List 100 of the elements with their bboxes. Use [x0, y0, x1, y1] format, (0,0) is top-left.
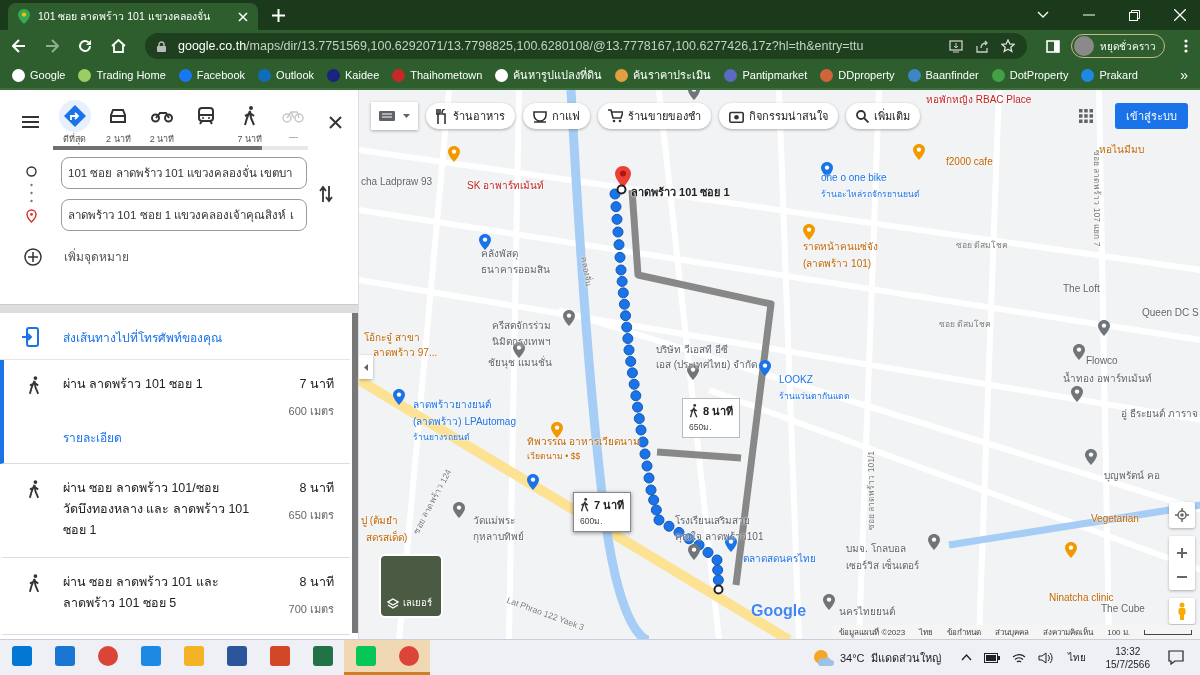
destination-field[interactable]: ลาดพร้าว 101 ซอย 1 แขวงคลองเจ้าคุณสิงห์ เ — [61, 199, 307, 231]
walking-person-icon — [28, 376, 41, 395]
map-label: LOOKZ — [779, 374, 813, 385]
category-chip[interactable]: ร้านอาหาร — [426, 103, 515, 129]
bookmark-link[interactable]: Thaihometown — [392, 68, 483, 82]
route-description: ผ่าน ซอย ลาดพร้าว 101/ซอย วัดบึงทองหลาง และ ลาดพร้าว 101 ซอย 1 — [63, 480, 251, 539]
category-chip[interactable]: กาแฟ — [523, 103, 590, 129]
turn-sign-icon — [63, 105, 86, 127]
notification-icon[interactable] — [1168, 650, 1184, 665]
category-chip[interactable]: ร้านขายของชำ — [598, 103, 711, 129]
new-tab-icon[interactable] — [272, 9, 285, 22]
forward-icon[interactable] — [45, 39, 59, 53]
map-pin-icon[interactable] — [453, 502, 465, 518]
route-description: ผ่าน ซอย ลาดพร้าว 101 และ ลาดพร้าว 101 ซอย 5 — [63, 574, 220, 612]
taskbar-app-icon[interactable] — [387, 640, 430, 675]
map-label: The Cube — [1101, 603, 1145, 614]
battery-icon[interactable] — [983, 652, 1000, 663]
bookmark-link[interactable]: Prakard — [1081, 68, 1138, 82]
map-label: (ลาดพร้าว) LPAutomag — [413, 415, 516, 429]
bookmark-link[interactable]: Outlook — [258, 68, 314, 82]
chevron-up-icon[interactable] — [960, 654, 972, 661]
footer-text[interactable]: ส่วนบุคคล — [995, 625, 1030, 639]
map-pin-icon[interactable] — [1085, 449, 1097, 465]
bookmark-link[interactable]: ค้นหารูปแปลงที่ดิน — [495, 66, 603, 84]
star-icon[interactable] — [1001, 39, 1015, 53]
map-label: ลาดพร้าว 97... — [373, 346, 438, 360]
map-pin-icon[interactable] — [823, 594, 835, 610]
route-callout[interactable]: 8 นาที 650ม. — [682, 398, 741, 438]
destination-pin-icon[interactable] — [615, 166, 631, 188]
chevron-down-icon[interactable] — [1037, 11, 1049, 19]
close-icon[interactable] — [329, 115, 342, 129]
bookmark-link[interactable]: Kaidee — [327, 68, 380, 82]
more-bookmarks-button[interactable]: » — [1180, 67, 1188, 83]
input-tools-button[interactable] — [371, 102, 418, 130]
footer-text[interactable]: ไทย — [919, 625, 934, 639]
bookmark-link[interactable]: Trading Home — [78, 68, 166, 82]
send-to-phone-link[interactable]: ส่งเส้นทางไปที่โทรศัพท์ของคุณ — [0, 327, 350, 360]
footer-text[interactable]: ข้อมูลแผนที่ ©2023 — [839, 625, 906, 639]
route-end-icon — [616, 184, 627, 195]
footer-text[interactable]: 100 ม. — [1107, 625, 1130, 639]
side-panel-icon[interactable] — [1046, 39, 1060, 53]
bookmark-link[interactable]: Google — [12, 68, 66, 82]
map-label: หอไนมีมบ — [1099, 143, 1144, 155]
collapse-panel-button[interactable] — [359, 355, 373, 379]
map-label: เซอร์วิส เซ็นเตอร์ — [846, 558, 919, 573]
reload-icon[interactable] — [78, 39, 92, 53]
travel-mode-tab[interactable]: 7 นาที — [228, 100, 272, 144]
map-pin-icon[interactable] — [1073, 344, 1085, 360]
map-pin-icon[interactable] — [393, 389, 405, 405]
speaker-icon[interactable] — [1037, 651, 1054, 664]
home-icon[interactable] — [111, 39, 126, 53]
input-language[interactable]: ไทย — [1067, 650, 1086, 665]
clock[interactable]: 13:32 15/7/2566 — [1105, 644, 1150, 671]
scrollbar[interactable] — [352, 313, 358, 633]
browser-tab[interactable]: 101 ซอย ลาดพร้าว 101 แขวงคลองจั่น — [8, 3, 258, 30]
destination-label: ลาดพร้าว 101 ซอย 1 — [631, 185, 730, 200]
route-duration: 7 นาที — [299, 376, 334, 393]
map-pin-icon[interactable] — [688, 544, 700, 560]
sign-in-button[interactable]: เข้าสู่ระบบ — [1115, 103, 1188, 129]
map-pin-icon[interactable] — [479, 234, 491, 250]
address-bar[interactable]: google.co.th/maps/dir/13.7751569,100.6292071/13.7798825,100.6280108/@13.7778167,100.6277426,17z?hl=th&entry=ttu — [145, 33, 1027, 59]
bookmark-link[interactable]: ค้นราคาประเมิน — [615, 66, 712, 84]
bookmark-link[interactable]: DotProperty — [991, 68, 1069, 82]
layers-button[interactable]: เลเยอร์ — [379, 554, 443, 618]
swap-icon[interactable] — [319, 185, 333, 203]
map-pin-icon[interactable] — [563, 310, 575, 326]
zoom-in-icon[interactable] — [1177, 548, 1187, 558]
share-icon[interactable] — [975, 39, 989, 53]
motorbike-icon — [151, 109, 174, 123]
travel-mode-tab[interactable]: 2 นาที — [140, 100, 184, 144]
map-pin-icon[interactable] — [1071, 386, 1083, 402]
travel-mode-tab[interactable]: 2 นาที — [96, 100, 140, 144]
wifi-icon[interactable] — [1011, 651, 1026, 664]
my-location-button[interactable] — [1169, 502, 1195, 528]
restore-icon[interactable] — [1129, 9, 1140, 21]
bookmark-link[interactable]: Facebook — [178, 68, 246, 82]
footer-text[interactable]: ข้อกำหนด — [947, 625, 982, 639]
origin-field[interactable]: 101 ซอย ลาดพร้าว 101 แขวงคลองจั่น เขตบา — [61, 157, 307, 189]
category-chip[interactable]: กิจกรรมน่าสนใจ — [719, 103, 838, 129]
bookmark-link[interactable]: Baanfinder — [907, 68, 979, 82]
route-option[interactable]: ผ่าน ซอย ลาดพร้าว 101/ซอย วัดบึงทองหลาง และ ลาดพร้าว 101 ซอย 1 8 นาที 650 เมตร — [0, 464, 350, 558]
walking-person-icon — [580, 498, 590, 512]
bookmark-link[interactable]: Pantipmarket — [724, 68, 808, 82]
more-icon[interactable] — [1184, 39, 1188, 53]
bookmark-link[interactable]: DDproperty — [820, 68, 895, 82]
back-icon[interactable] — [12, 39, 26, 53]
add-destination-button[interactable]: เพิ่มจุดหมาย — [0, 231, 358, 282]
map-pin-icon[interactable] — [1098, 320, 1110, 336]
menu-icon[interactable] — [22, 116, 39, 128]
apps-grid-icon[interactable] — [1079, 109, 1093, 123]
category-chip[interactable]: เพิ่มเติม — [846, 103, 920, 129]
footer-text[interactable]: ส่งความคิดเห็น — [1043, 625, 1094, 639]
map-pin-icon[interactable] — [527, 474, 539, 490]
map-pin-icon[interactable] — [759, 360, 771, 376]
route-callout[interactable]: 7 นาที 600ม. — [573, 492, 632, 532]
map-label: ซอย ดีสมโชค — [939, 318, 992, 331]
map-pin-icon[interactable] — [928, 534, 940, 550]
details-link[interactable]: รายละเอียด — [63, 428, 267, 447]
route-option[interactable]: ผ่าน ซอย ลาดพร้าว 101 และ ลาดพร้าว 101 ซอย 5 8 นาที 700 เมตร — [0, 558, 350, 635]
install-icon[interactable] — [949, 39, 963, 53]
